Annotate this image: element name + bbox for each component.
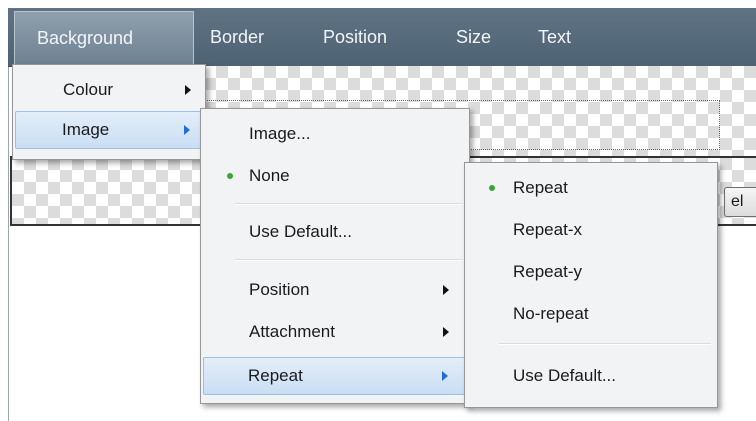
background-menu: Colour Image	[12, 64, 206, 160]
divider-line	[10, 156, 12, 226]
image-menu: Image... None Use Default... Position At…	[200, 108, 470, 404]
cancel-button[interactable]: el	[724, 187, 756, 217]
menu-item-repeat-x[interactable]: Repeat-x	[467, 211, 715, 249]
menu-item-repeat-both[interactable]: Repeat	[467, 169, 715, 207]
menu-item-label: No-repeat	[513, 304, 589, 323]
menu-item-use-default[interactable]: Use Default...	[203, 213, 467, 251]
menu-item-label: Use Default...	[513, 366, 616, 385]
submenu-arrow-icon	[184, 125, 190, 135]
menu-separator	[235, 259, 463, 261]
menu-item-repeat-use-default[interactable]: Use Default...	[467, 357, 715, 395]
menu-item-label: Attachment	[249, 322, 335, 341]
menu-item-label: Image...	[249, 124, 311, 143]
menubar-item-size[interactable]: Size	[456, 8, 491, 66]
menu-item-label: Colour	[63, 80, 114, 99]
menu-item-image-file[interactable]: Image...	[203, 115, 467, 153]
menubar-item-border[interactable]: Border	[210, 8, 264, 66]
menu-item-label: Repeat	[513, 178, 568, 197]
menu-item-label: Repeat-y	[513, 262, 582, 281]
menu-item-label: Use Default...	[249, 222, 352, 241]
menu-item-label: Repeat-x	[513, 220, 582, 239]
menu-item-label: Image	[62, 120, 110, 139]
submenu-arrow-icon	[442, 371, 448, 381]
menubar-item-text[interactable]: Text	[538, 8, 571, 66]
menu-item-colour[interactable]: Colour	[15, 71, 203, 109]
menubar-item-position[interactable]: Position	[323, 8, 387, 66]
submenu-arrow-icon	[443, 285, 449, 295]
menu-separator	[499, 343, 711, 345]
repeat-menu: Repeat Repeat-x Repeat-y No-repeat Use D…	[464, 162, 718, 408]
menu-item-repeat-y[interactable]: Repeat-y	[467, 253, 715, 291]
menu-item-label: None	[249, 166, 290, 185]
menu-item-position[interactable]: Position	[203, 271, 467, 309]
menu-item-label: Position	[249, 280, 310, 299]
menu-item-no-repeat[interactable]: No-repeat	[467, 295, 715, 333]
menu-item-label: Repeat	[248, 366, 303, 385]
menu-item-none[interactable]: None	[203, 157, 467, 195]
menu-separator	[235, 203, 463, 205]
check-bullet-icon	[227, 173, 233, 179]
menu-item-attachment[interactable]: Attachment	[203, 313, 467, 351]
menu-bar: Background Border Position Size Text	[8, 8, 756, 67]
check-bullet-icon	[489, 185, 495, 191]
menu-item-repeat[interactable]: Repeat	[203, 357, 467, 395]
menu-item-image[interactable]: Image	[15, 111, 203, 149]
submenu-arrow-icon	[185, 85, 191, 95]
menubar-item-background[interactable]: Background	[14, 11, 194, 65]
submenu-arrow-icon	[443, 327, 449, 337]
